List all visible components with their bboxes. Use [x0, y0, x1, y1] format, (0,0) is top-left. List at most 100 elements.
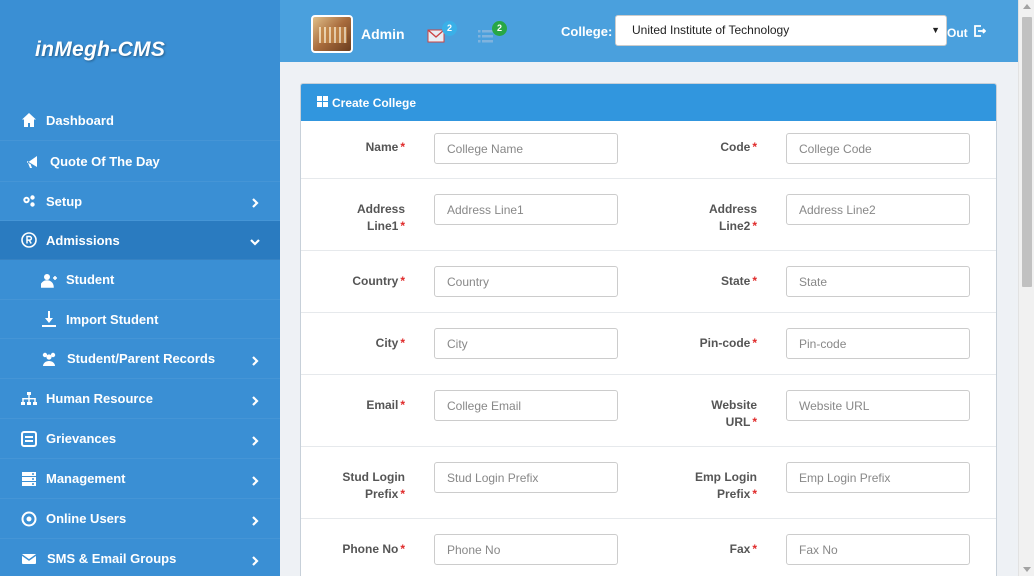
megaphone-icon: [24, 152, 42, 170]
form-row-login-prefix: Stud LoginPrefix* Emp LoginPrefix*: [301, 447, 996, 519]
emp-login-prefix-input[interactable]: [786, 462, 970, 493]
create-college-panel: Create College Name* Code* AddressLine1*…: [300, 83, 997, 576]
address-line2-label: Address Line2 *: [708, 202, 757, 233]
sidebar-item-online-users[interactable]: Online Users: [0, 499, 280, 539]
tasks-icon: [477, 30, 495, 48]
page-scrollbar[interactable]: [1018, 0, 1034, 576]
address-line2-input[interactable]: [786, 194, 970, 225]
college-code-input[interactable]: [786, 133, 970, 164]
sidebar-item-human-resource[interactable]: Human Resource: [0, 379, 280, 419]
country-label: Country *: [352, 274, 405, 288]
website-url-input[interactable]: [786, 390, 970, 421]
college-select[interactable]: United Institute of Technology ▼: [615, 15, 947, 46]
mail-notifications[interactable]: 2: [427, 21, 457, 48]
sidebar-item-import-student[interactable]: Import Student: [0, 300, 280, 339]
chevron-down-icon: [250, 235, 260, 246]
city-label: City *: [375, 336, 405, 350]
sidebar-item-label: Setup: [46, 193, 83, 209]
home-icon: [20, 111, 38, 129]
pincode-input[interactable]: [786, 328, 970, 359]
top-header: Admin 2 2 College: United Institute of T…: [280, 0, 1018, 62]
sidebar-item-sms-email-groups[interactable]: SMS & Email Groups: [0, 539, 280, 576]
user-name[interactable]: Admin: [361, 26, 405, 42]
scroll-thumb[interactable]: [1022, 17, 1032, 287]
sidebar-item-setup[interactable]: Setup: [0, 182, 280, 221]
sidebar-item-quote-of-the-day[interactable]: Quote Of The Day: [0, 141, 280, 182]
college-label: College:: [561, 24, 613, 39]
code-label: Code *: [720, 140, 757, 154]
emp-login-prefix-label: Emp Login Prefix *: [695, 470, 757, 501]
college-name-input[interactable]: [434, 133, 618, 164]
tasks-badge: 2: [492, 21, 507, 36]
chevron-right-icon: [250, 474, 260, 486]
panel-title: Create College: [332, 95, 417, 110]
envelope-icon: [427, 29, 445, 48]
users-icon: [40, 350, 58, 368]
registered-icon: [20, 231, 38, 249]
avatar[interactable]: [311, 15, 353, 53]
country-input[interactable]: [434, 266, 618, 297]
logout-button[interactable]: Out: [947, 25, 986, 40]
server-icon: [20, 470, 38, 488]
college-email-input[interactable]: [434, 390, 618, 421]
form-row-country-state: Country* State*: [301, 251, 996, 313]
logout-label: Out: [947, 25, 968, 40]
chevron-right-icon: [250, 434, 260, 446]
sidebar-item-label: Management: [46, 471, 126, 486]
sitemap-icon: [20, 390, 38, 408]
scroll-down-arrow[interactable]: [1023, 567, 1031, 572]
website-url-label: Website URL *: [711, 398, 757, 429]
sidebar-item-label: Admissions: [46, 232, 120, 248]
stud-login-prefix-label: Stud Login Prefix *: [342, 470, 405, 501]
sidebar-item-student[interactable]: Student: [0, 260, 280, 300]
panel-header: Create College: [301, 84, 996, 121]
state-input[interactable]: [786, 266, 970, 297]
form-row-phone-fax: Phone No* Fax*: [301, 519, 996, 576]
envelope-icon: [20, 550, 38, 568]
fax-input[interactable]: [786, 534, 970, 565]
chevron-right-icon: [250, 394, 260, 406]
sidebar-item-student-parent-records[interactable]: Student/Parent Records: [0, 339, 280, 379]
email-label: Email *: [366, 398, 405, 412]
phone-label: Phone No *: [342, 542, 405, 556]
user-plus-icon: [40, 271, 58, 289]
sidebar-item-label: Grievances: [46, 431, 117, 446]
college-select-value: United Institute of Technology: [632, 23, 790, 37]
inbox-icon: [20, 430, 38, 448]
th-large-icon: [317, 95, 328, 110]
sidebar-item-management[interactable]: Management: [0, 459, 280, 499]
city-input[interactable]: [434, 328, 618, 359]
scroll-up-arrow[interactable]: [1023, 4, 1031, 9]
address-line1-label: Address Line1 *: [356, 202, 405, 233]
mail-badge: 2: [442, 21, 457, 36]
address-line1-input[interactable]: [434, 194, 618, 225]
sidebar-item-grievances[interactable]: Grievances: [0, 419, 280, 459]
chevron-right-icon: [250, 554, 260, 566]
stud-login-prefix-input[interactable]: [434, 462, 618, 493]
name-label: Name *: [365, 140, 405, 154]
chevron-right-icon: [250, 196, 260, 208]
form-row-city-pincode: City* Pin-code*: [301, 313, 996, 375]
sidebar-item-admissions[interactable]: Admissions: [0, 221, 280, 260]
fax-label: Fax *: [729, 542, 757, 556]
task-notifications[interactable]: 2: [477, 21, 507, 48]
pincode-label: Pin-code *: [699, 336, 757, 350]
caret-down-icon: ▼: [931, 25, 940, 35]
sidebar-item-label: Online Users: [46, 511, 127, 526]
sidebar-item-label: Dashboard: [46, 112, 114, 128]
chevron-right-icon: [250, 514, 260, 526]
sidebar-item-label: Human Resource: [46, 391, 153, 406]
form-row-name-code: Name* Code*: [301, 121, 996, 179]
sidebar-nav: Dashboard Quote Of The Day Setup Admissi…: [0, 100, 280, 576]
phone-input[interactable]: [434, 534, 618, 565]
gears-icon: [20, 192, 38, 210]
sign-out-icon: [973, 25, 986, 40]
import-icon: [40, 310, 58, 328]
chevron-right-icon: [250, 354, 260, 366]
form-row-address: AddressLine1* AddressLine2*: [301, 179, 996, 251]
sidebar: inMegh-CMS Dashboard Quote Of The Day Se…: [0, 0, 280, 576]
form-row-email-website: Email* WebsiteURL*: [301, 375, 996, 447]
sidebar-item-dashboard[interactable]: Dashboard: [0, 100, 280, 141]
sidebar-item-label: Quote Of The Day: [50, 153, 160, 169]
sidebar-item-label: Student: [66, 272, 115, 287]
